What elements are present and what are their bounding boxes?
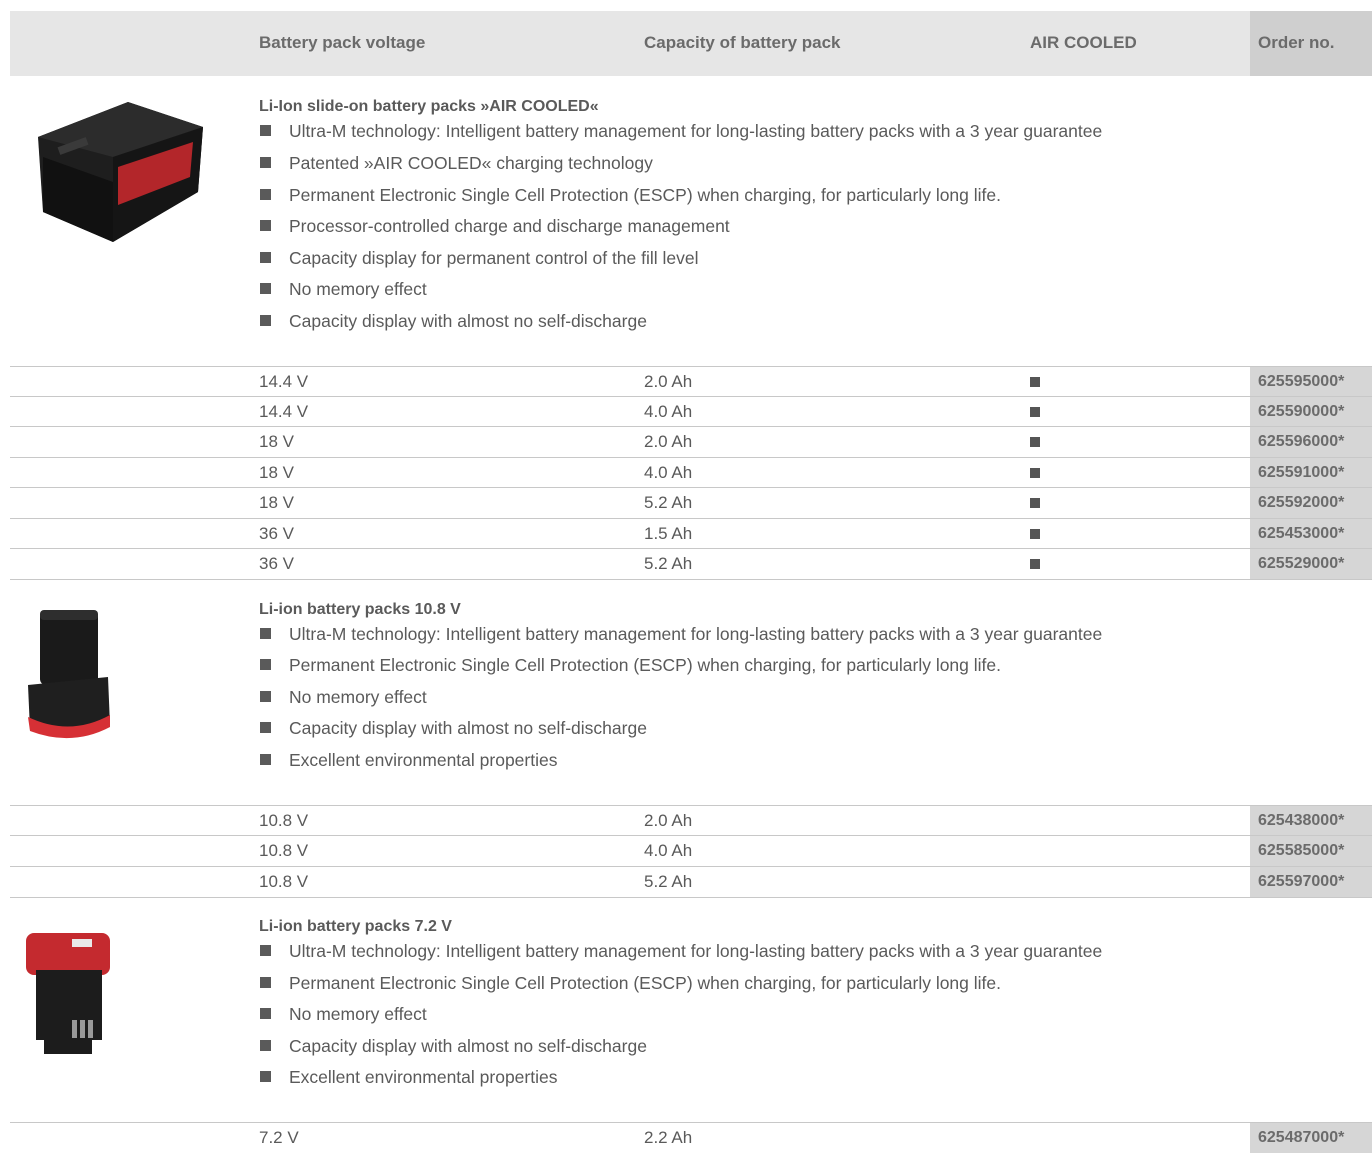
feature-item: No memory effect	[260, 279, 427, 300]
table-row: 18 V 2.0 Ah 625596000*	[10, 426, 1372, 457]
table-header: Battery pack voltage Capacity of battery…	[10, 11, 1372, 76]
header-capacity: Capacity of battery pack	[644, 33, 841, 52]
bullet-square-icon	[260, 252, 271, 263]
order-number: 625595000*	[1258, 373, 1345, 390]
feature-item: Ultra-M technology: Intelligent battery …	[260, 941, 1102, 962]
header-order: Order no.	[1258, 33, 1335, 52]
feature-item: Ultra-M technology: Intelligent battery …	[260, 624, 1102, 645]
air-cooled-marker-icon	[1030, 559, 1040, 569]
air-cooled-marker-icon	[1030, 498, 1040, 508]
battery-pack-7-2v-image	[26, 933, 110, 1054]
bullet-square-icon	[260, 691, 271, 702]
feature-item: Processor-controlled charge and discharg…	[260, 216, 730, 237]
table-row: 14.4 V 4.0 Ah 625590000*	[10, 396, 1372, 427]
bullet-square-icon	[260, 189, 271, 200]
feature-item: Ultra-M technology: Intelligent battery …	[260, 121, 1102, 142]
table-row: 10.8 V 5.2 Ah 625597000*	[10, 866, 1372, 898]
feature-item: Capacity display for permanent control o…	[260, 248, 699, 269]
table-row: 18 V 5.2 Ah 625592000*	[10, 487, 1372, 518]
table-row: 10.8 V 4.0 Ah 625585000*	[10, 835, 1372, 866]
bullet-square-icon	[260, 722, 271, 733]
table-row: 18 V 4.0 Ah 625591000*	[10, 457, 1372, 488]
feature-item: No memory effect	[260, 1004, 427, 1025]
order-number: 625591000*	[1258, 464, 1345, 481]
table-row: 36 V 5.2 Ah 625529000*	[10, 548, 1372, 580]
feature-item: Permanent Electronic Single Cell Protect…	[260, 185, 1001, 206]
bullet-square-icon	[260, 754, 271, 765]
bullet-square-icon	[260, 283, 271, 294]
header-air-cooled: AIR COOLED	[1030, 33, 1137, 52]
section-title: Li-ion battery packs 10.8 V	[259, 601, 461, 618]
feature-item: Capacity display with almost no self-dis…	[260, 311, 647, 332]
order-number: 625596000*	[1258, 433, 1345, 450]
order-number: 625597000*	[1258, 873, 1345, 890]
bullet-square-icon	[260, 945, 271, 956]
bullet-square-icon	[260, 220, 271, 231]
feature-item: Permanent Electronic Single Cell Protect…	[260, 973, 1001, 994]
bullet-square-icon	[260, 977, 271, 988]
battery-pack-air-cooled-image	[38, 102, 203, 242]
feature-item: No memory effect	[260, 687, 427, 708]
bullet-square-icon	[260, 157, 271, 168]
table-row: 14.4 V 2.0 Ah 625595000*	[10, 366, 1372, 397]
order-number: 625529000*	[1258, 555, 1345, 572]
bullet-square-icon	[260, 659, 271, 670]
table-row: 7.2 V 2.2 Ah 625487000*	[10, 1122, 1372, 1153]
bullet-square-icon	[260, 125, 271, 136]
feature-item: Permanent Electronic Single Cell Protect…	[260, 655, 1001, 676]
order-number: 625592000*	[1258, 494, 1345, 511]
order-number: 625590000*	[1258, 403, 1345, 420]
order-number: 625438000*	[1258, 812, 1345, 829]
feature-item: Excellent environmental properties	[260, 1067, 557, 1088]
feature-item: Capacity display with almost no self-dis…	[260, 1036, 647, 1057]
bullet-square-icon	[260, 1071, 271, 1082]
order-number: 625487000*	[1258, 1129, 1345, 1146]
feature-item: Capacity display with almost no self-dis…	[260, 718, 647, 739]
air-cooled-marker-icon	[1030, 468, 1040, 478]
air-cooled-marker-icon	[1030, 407, 1040, 417]
air-cooled-marker-icon	[1030, 529, 1040, 539]
bullet-square-icon	[260, 628, 271, 639]
section-title: Li-Ion slide-on battery packs »AIR COOLE…	[259, 98, 599, 115]
table-row: 10.8 V 2.0 Ah 625438000*	[10, 805, 1372, 836]
header-order-cell: Order no.	[1250, 11, 1372, 76]
header-voltage: Battery pack voltage	[259, 33, 426, 52]
feature-item: Excellent environmental properties	[260, 750, 557, 771]
order-number: 625585000*	[1258, 842, 1345, 859]
table-row: 36 V 1.5 Ah 625453000*	[10, 518, 1372, 549]
feature-item: Patented »AIR COOLED« charging technolog…	[260, 153, 653, 174]
section-title: Li-ion battery packs 7.2 V	[259, 918, 452, 935]
air-cooled-marker-icon	[1030, 437, 1040, 447]
air-cooled-marker-icon	[1030, 377, 1040, 387]
bullet-square-icon	[260, 1040, 271, 1051]
order-number: 625453000*	[1258, 525, 1345, 542]
bullet-square-icon	[260, 315, 271, 326]
bullet-square-icon	[260, 1008, 271, 1019]
battery-pack-10-8v-image	[28, 610, 110, 739]
